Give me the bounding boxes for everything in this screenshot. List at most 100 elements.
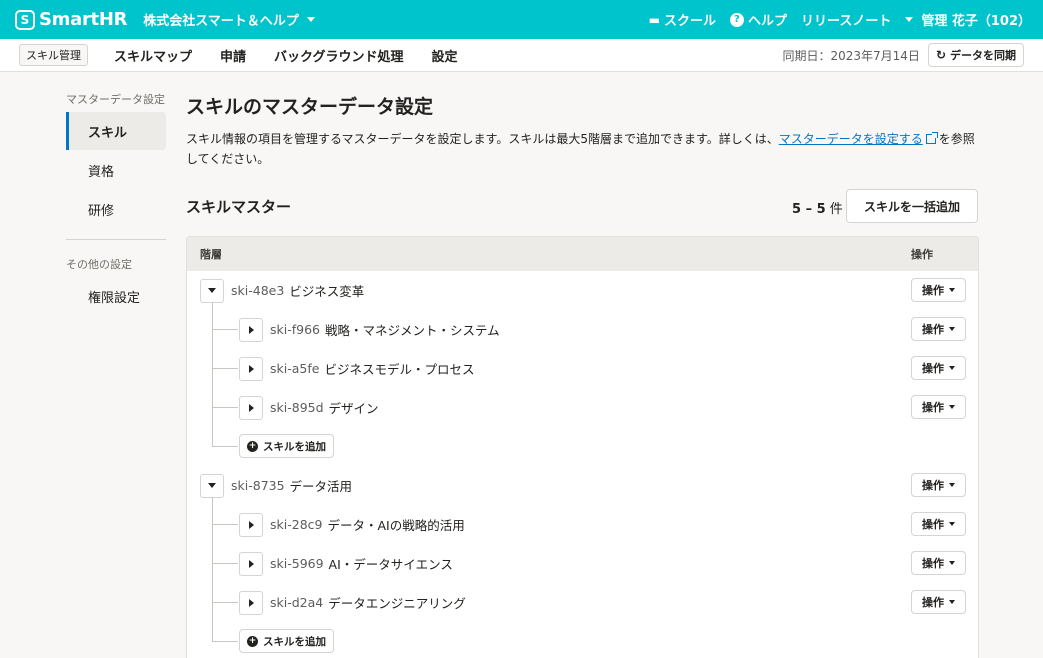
- app-nav: スキルマップ 申請 バックグラウンド処理 設定: [100, 46, 472, 65]
- skill-id: ski-5969: [270, 556, 324, 571]
- chevron-down-icon: [949, 288, 955, 292]
- count-range: 5 – 5: [792, 202, 826, 217]
- actions-label: 操作: [922, 362, 944, 375]
- expand-toggle[interactable]: [239, 356, 263, 381]
- actions-button[interactable]: 操作: [911, 473, 966, 497]
- sync-button-label: データを同期: [950, 49, 1016, 62]
- help-doc-link[interactable]: マスターデータを設定する: [779, 132, 939, 146]
- skill-row-child: ski-5969 AI・データサイエンス: [239, 544, 939, 583]
- actions-label: 操作: [922, 518, 944, 531]
- column-header-actions: 操作: [911, 248, 933, 261]
- skill-table: 階層 操作 ski-48e3 ビジネス変革 操作 ski-f966 戦略・マネジメント・…: [186, 236, 979, 658]
- skill-id: ski-f966: [270, 322, 320, 337]
- expand-toggle[interactable]: [239, 551, 263, 576]
- expand-toggle[interactable]: [239, 512, 263, 537]
- external-link-icon: [925, 132, 938, 144]
- sync-data-button[interactable]: ↻ データを同期: [927, 43, 1024, 67]
- tenant-selector[interactable]: 株式会社スマート＆ヘルプ: [143, 10, 315, 29]
- refresh-icon: ↻: [935, 48, 946, 62]
- chevron-down-icon: [949, 561, 955, 565]
- add-skill-button[interactable]: + スキルを追加: [239, 629, 334, 653]
- expand-toggle[interactable]: [239, 590, 263, 615]
- actions-label: 操作: [922, 557, 944, 570]
- add-skill-button[interactable]: + スキルを追加: [239, 434, 334, 458]
- sidebar-caption-master: マスターデータ設定: [66, 93, 165, 106]
- actions-button[interactable]: 操作: [911, 278, 966, 302]
- caret-down-icon: [208, 483, 216, 488]
- collapse-toggle[interactable]: [200, 473, 224, 498]
- global-header: S SmartHR 株式会社スマート＆ヘルプ ▬ スクール ? ヘルプ リリース…: [0, 0, 1043, 39]
- result-count: 5 – 5 件: [792, 198, 843, 217]
- column-header-hierarchy: 階層: [200, 248, 222, 261]
- expand-toggle[interactable]: [239, 395, 263, 420]
- tree-connector: [212, 602, 238, 603]
- nav-settings[interactable]: 設定: [418, 46, 472, 65]
- sidebar-item-training[interactable]: 研修: [66, 190, 166, 228]
- sidebar-item-label: スキル: [88, 125, 128, 141]
- skill-id: ski-48e3: [231, 283, 285, 298]
- tree-connector: [212, 407, 238, 408]
- sidebar-item-qualification[interactable]: 資格: [66, 151, 166, 189]
- sidebar-item-permissions[interactable]: 権限設定: [66, 277, 166, 315]
- actions-label: 操作: [922, 596, 944, 609]
- skill-id: ski-8735: [231, 478, 285, 493]
- nav-background-jobs[interactable]: バックグラウンド処理: [260, 46, 417, 65]
- school-label: スクール: [663, 14, 716, 29]
- app-name-badge[interactable]: スキル管理: [19, 44, 88, 66]
- help-label: ヘルプ: [747, 14, 787, 29]
- tree-connector: [212, 368, 238, 369]
- skill-id: ski-a5fe: [270, 361, 320, 376]
- logo-text: SmartHR: [39, 9, 128, 30]
- nav-requests[interactable]: 申請: [206, 46, 260, 65]
- skill-name: AI・データサイエンス: [328, 557, 453, 572]
- release-notes-link[interactable]: リリースノート: [801, 10, 891, 29]
- sync-date: 同期日：2023年7月14日: [782, 48, 920, 63]
- count-unit: 件: [829, 202, 843, 217]
- smarthr-logo[interactable]: S SmartHR: [15, 9, 127, 30]
- actions-button[interactable]: 操作: [911, 395, 966, 419]
- caret-right-icon: [248, 364, 254, 373]
- actions-button[interactable]: 操作: [911, 317, 966, 341]
- chevron-down-icon: [905, 17, 914, 22]
- user-menu[interactable]: 管理 花子（102）: [905, 10, 1031, 29]
- sidebar-item-label: 権限設定: [88, 290, 141, 306]
- sidebar-caption-other: その他の設定: [66, 258, 132, 271]
- desc-text: スキル情報の項目を管理するマスターデータを設定します。スキルは最大5階層まで追加…: [186, 132, 779, 146]
- section-title: スキルマスター: [186, 198, 292, 216]
- bulk-add-skills-button[interactable]: スキルを一括追加: [846, 189, 978, 223]
- sidebar-divider: [66, 239, 166, 240]
- tree-connector: [212, 446, 238, 447]
- plus-circle-icon: +: [247, 635, 258, 647]
- sidebar-item-label: 研修: [88, 203, 115, 219]
- actions-button[interactable]: 操作: [911, 356, 966, 380]
- skill-row-parent: ski-48e3 ビジネス変革: [200, 271, 900, 310]
- table-header: 階層 操作: [187, 237, 978, 271]
- skill-name: 戦略・マネジメント・システム: [325, 323, 500, 338]
- smarthr-logo-icon: S: [15, 9, 35, 30]
- skill-id: ski-d2a4: [270, 595, 324, 610]
- expand-toggle[interactable]: [239, 317, 263, 342]
- skill-name: デザイン: [328, 401, 379, 416]
- skill-row-child: ski-28c9 データ・AIの戦略的活用: [239, 505, 939, 544]
- school-link[interactable]: ▬ スクール: [649, 10, 716, 30]
- skill-row-child: ski-d2a4 データエンジニアリング: [239, 583, 939, 622]
- chevron-down-icon: [306, 17, 315, 22]
- chevron-down-icon: [949, 522, 955, 526]
- actions-button[interactable]: 操作: [911, 590, 966, 614]
- skill-id: ski-28c9: [270, 517, 323, 532]
- caret-right-icon: [248, 559, 254, 568]
- actions-label: 操作: [922, 284, 944, 297]
- caret-right-icon: [248, 598, 254, 607]
- skill-name: データ・AIの戦略的活用: [327, 518, 465, 533]
- user-name: 管理 花子（102）: [921, 14, 1031, 29]
- nav-skill-map[interactable]: スキルマップ: [100, 46, 206, 65]
- page-title: スキルのマスターデータ設定: [186, 96, 434, 118]
- chevron-down-icon: [949, 366, 955, 370]
- sidebar-item-skill[interactable]: スキル: [66, 112, 166, 150]
- add-skill-label: スキルを追加: [263, 440, 326, 453]
- actions-button[interactable]: 操作: [911, 551, 966, 575]
- actions-button[interactable]: 操作: [911, 512, 966, 536]
- chevron-down-icon: [949, 483, 955, 487]
- collapse-toggle[interactable]: [200, 278, 224, 303]
- help-link[interactable]: ? ヘルプ: [729, 10, 787, 29]
